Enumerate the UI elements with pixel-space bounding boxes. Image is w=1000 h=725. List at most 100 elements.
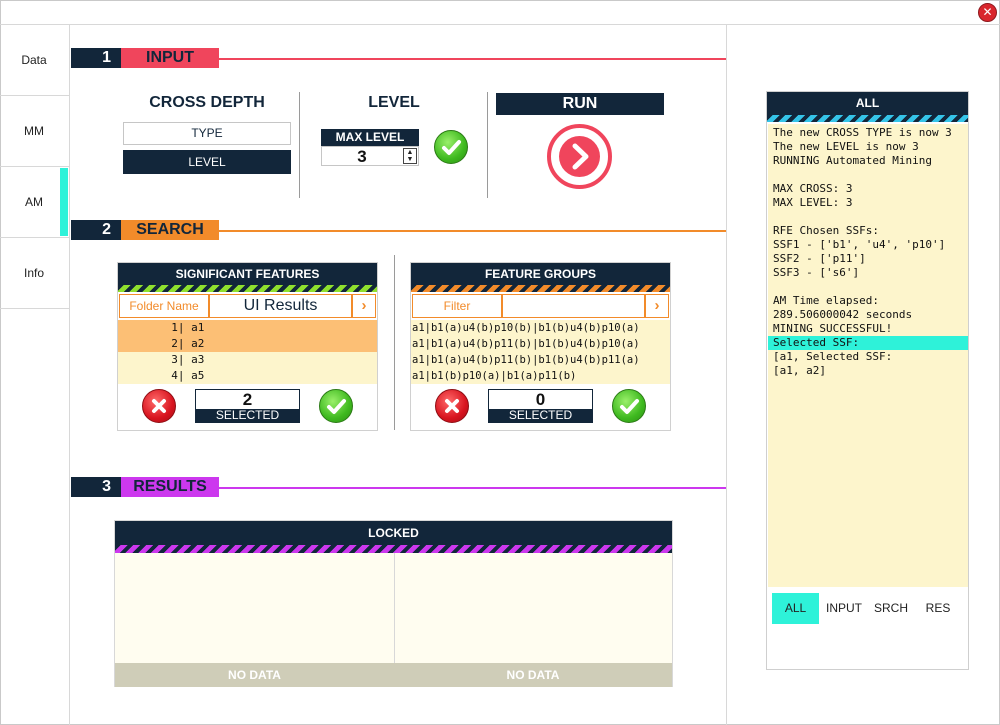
log-line: Selected SSF: xyxy=(768,336,968,350)
clear-features-button[interactable] xyxy=(142,389,176,423)
cross-depth-heading: CROSS DEPTH xyxy=(149,94,265,111)
folder-browse-button[interactable]: › xyxy=(352,294,376,318)
input-section-number: 1 xyxy=(71,48,121,68)
log-line: [a1, Selected SSF: xyxy=(773,350,893,363)
active-indicator xyxy=(60,168,68,236)
close-icon[interactable]: ✕ xyxy=(978,3,997,22)
significant-features-panel: SIGNIFICANT FEATURES Folder Name UI Resu… xyxy=(117,262,378,431)
log-line: 289.506000042 seconds xyxy=(773,308,913,321)
list-item[interactable]: a1|b1(a)u4(b)p11(b)|b1(b)u4(b)p10(a) xyxy=(411,336,670,352)
log-line: MAX CROSS: 3 xyxy=(773,182,853,195)
results-right-footer: NO DATA xyxy=(394,663,672,687)
groups-selected-label: SELECTED xyxy=(489,409,592,422)
sidebar-item-label: Info xyxy=(23,266,44,280)
panel-stripe xyxy=(115,545,672,553)
results-panel: LOCKED NO DATA NO DATA xyxy=(114,520,673,687)
x-icon xyxy=(445,399,459,413)
groups-list[interactable]: a1|b1(a)u4(b)p10(b)|b1(b)u4(b)p10(a) a1|… xyxy=(411,320,670,384)
features-selected-label: SELECTED xyxy=(196,409,299,422)
list-item[interactable]: a1|b1(a)u4(b)p10(b)|b1(b)u4(b)p10(a) xyxy=(411,320,670,336)
input-divider-1 xyxy=(299,92,300,198)
sidebar-item-mm[interactable]: MM xyxy=(0,96,70,167)
check-icon xyxy=(620,399,639,414)
log-filter-input[interactable]: INPUT xyxy=(821,593,867,624)
log-title: ALL xyxy=(767,92,968,115)
max-level-stepper[interactable]: 3 ▲ ▼ xyxy=(321,146,419,166)
log-filter-results[interactable]: RES xyxy=(915,593,961,624)
chevron-right-icon: › xyxy=(654,297,660,314)
level-heading: LEVEL xyxy=(368,94,420,111)
features-selected-counter: 2 SELECTED xyxy=(195,389,300,423)
sidebar-item-data[interactable]: Data xyxy=(0,25,70,96)
filter-input[interactable] xyxy=(502,294,645,318)
list-item[interactable]: 4| a5 xyxy=(118,368,377,384)
filter-label: Filter xyxy=(412,294,502,318)
log-output: The new CROSS TYPE is now 3 The new LEVEL… xyxy=(768,124,968,587)
log-line: SSF1 - ['b1', 'u4', 'p10'] xyxy=(773,238,946,251)
check-icon xyxy=(327,399,346,414)
panel-stripe xyxy=(118,285,377,292)
list-item[interactable]: 2| a2 xyxy=(118,336,377,352)
check-icon xyxy=(442,140,461,155)
level-confirm-button[interactable] xyxy=(434,130,468,164)
list-item[interactable]: 3| a3 xyxy=(118,352,377,368)
folder-name-input[interactable]: UI Results xyxy=(209,294,352,318)
log-line: RFE Chosen SSFs: xyxy=(773,224,879,237)
chevron-right-icon: › xyxy=(361,297,367,314)
groups-selected-counter: 0 SELECTED xyxy=(488,389,593,423)
feature-groups-title: FEATURE GROUPS xyxy=(411,263,670,285)
max-level-label: MAX LEVEL xyxy=(321,129,419,146)
sidebar-item-label: MM xyxy=(24,124,44,138)
stepper-arrows-icon[interactable]: ▲ ▼ xyxy=(403,148,417,164)
log-filter-all[interactable]: ALL xyxy=(772,593,819,624)
sidebar-item-label: AM xyxy=(25,195,43,209)
list-item[interactable]: 1| a1 xyxy=(118,320,377,336)
panel-stripe xyxy=(411,285,670,292)
results-section-number: 3 xyxy=(71,477,121,497)
cross-type-button[interactable]: TYPE xyxy=(123,122,291,145)
log-line: SSF2 - ['p11'] xyxy=(773,252,866,265)
results-left-footer: NO DATA xyxy=(115,663,394,687)
log-line: MINING SUCCESSFUL! xyxy=(773,322,893,335)
confirm-features-button[interactable] xyxy=(319,389,353,423)
results-section-line xyxy=(219,487,726,489)
run-button[interactable] xyxy=(547,124,612,189)
input-section-line xyxy=(219,58,726,60)
max-level-value: 3 xyxy=(357,147,367,166)
results-divider xyxy=(394,553,395,663)
sidebar: Data MM AM Info xyxy=(0,25,70,725)
sidebar-item-info[interactable]: Info xyxy=(0,238,70,309)
log-line: MAX LEVEL: 3 xyxy=(773,196,853,209)
log-line: SSF3 - ['s6'] xyxy=(773,266,860,279)
input-divider-2 xyxy=(487,92,488,198)
list-item[interactable]: a1|b1(a)u4(b)p11(b)|b1(b)u4(b)p11(a) xyxy=(411,352,670,368)
search-divider xyxy=(394,255,395,430)
run-label: RUN xyxy=(496,93,664,115)
groups-selected-count: 0 xyxy=(535,390,546,409)
log-divider xyxy=(726,25,727,725)
filter-apply-button[interactable]: › xyxy=(645,294,669,318)
log-line: RUNNING Automated Mining xyxy=(773,154,932,167)
confirm-groups-button[interactable] xyxy=(612,389,646,423)
input-section-title: INPUT xyxy=(121,48,219,68)
sidebar-item-label: Data xyxy=(21,53,47,67)
x-icon xyxy=(152,399,166,413)
list-item[interactable]: a1|b1(b)p10(a)|b1(a)p11(b) xyxy=(411,368,670,384)
log-line: The new CROSS TYPE is now 3 xyxy=(773,126,952,139)
significant-features-title: SIGNIFICANT FEATURES xyxy=(118,263,377,285)
features-selected-count: 2 xyxy=(242,390,253,409)
chevron-right-icon xyxy=(559,136,600,177)
log-line: [a1, a2] xyxy=(773,364,826,377)
features-list[interactable]: 1| a1 2| a2 3| a3 4| a5 xyxy=(118,320,377,384)
log-panel: ALL The new CROSS TYPE is now 3 The new L… xyxy=(766,91,969,670)
log-line: AM Time elapsed: xyxy=(773,294,879,307)
log-filter-search[interactable]: SRCH xyxy=(869,593,913,624)
folder-name-label: Folder Name xyxy=(119,294,209,318)
search-section-title: SEARCH xyxy=(121,220,219,240)
search-section-number: 2 xyxy=(71,220,121,240)
clear-groups-button[interactable] xyxy=(435,389,469,423)
cross-level-button[interactable]: LEVEL xyxy=(123,150,291,174)
